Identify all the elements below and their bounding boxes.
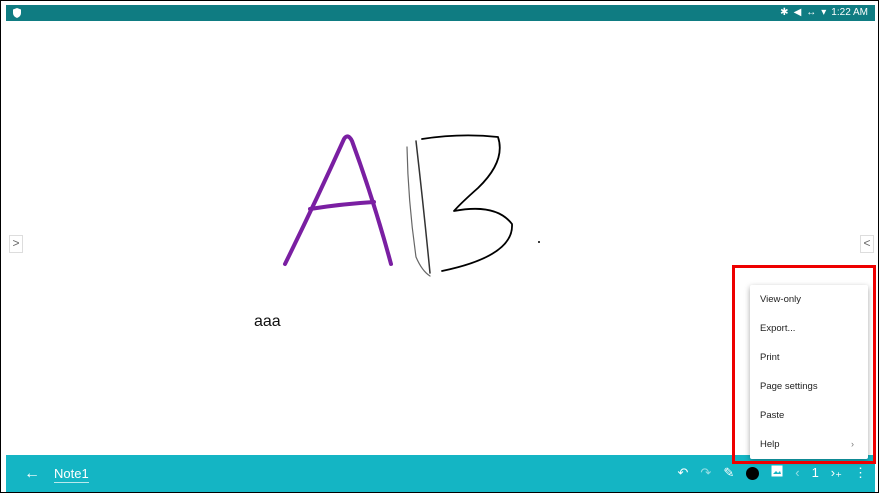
status-bar: ✱ ◀ ↔ ▾ 1:22 AM bbox=[6, 5, 875, 21]
add-page-icon[interactable]: ›₊ bbox=[831, 462, 842, 484]
menu-item-page-settings[interactable]: Page settings bbox=[750, 372, 868, 401]
note-title[interactable]: Note1 bbox=[54, 466, 89, 483]
left-panel-toggle[interactable]: > bbox=[9, 235, 23, 253]
bottom-toolbar: ← Note1 ↶ ↷ ✎ ‹ 1 ›₊ ⋮ bbox=[6, 455, 875, 492]
menu-item-help[interactable]: Help › bbox=[750, 430, 868, 459]
pen-color-swatch[interactable] bbox=[746, 466, 760, 480]
menu-item-export[interactable]: Export... bbox=[750, 314, 868, 343]
menu-item-view-only[interactable]: View-only bbox=[750, 285, 868, 314]
image-icon[interactable] bbox=[771, 464, 783, 482]
data-icon: ↔ bbox=[806, 7, 817, 18]
toolbar-tools: ↶ ↷ ✎ ‹ 1 ›₊ ⋮ bbox=[678, 462, 868, 484]
menu-item-paste[interactable]: Paste bbox=[750, 401, 868, 430]
previous-page-icon[interactable]: ‹ bbox=[795, 462, 799, 484]
app-window: ✱ ◀ ↔ ▾ 1:22 AM aaa > < ← Note1 ↶ ↷ ✎ ‹ … bbox=[0, 0, 879, 493]
undo-icon[interactable]: ↶ bbox=[678, 462, 689, 484]
back-arrow-icon[interactable]: ← bbox=[24, 465, 40, 483]
shield-icon bbox=[13, 8, 21, 21]
bluetooth-icon: ✱ bbox=[780, 7, 789, 18]
more-options-icon[interactable]: ⋮ bbox=[854, 462, 867, 484]
status-icons: ✱ ◀ ↔ ▾ 1:22 AM bbox=[780, 7, 868, 18]
page-number: 1 bbox=[811, 465, 819, 480]
wifi-icon: ▾ bbox=[821, 7, 827, 18]
clock: 1:22 AM bbox=[831, 7, 868, 18]
pen-icon[interactable]: ✎ bbox=[723, 462, 734, 484]
overflow-menu: View-only Export... Print Page settings … bbox=[750, 285, 868, 459]
ink-layer bbox=[283, 134, 540, 277]
typed-text[interactable]: aaa bbox=[254, 313, 281, 331]
drawing-canvas[interactable]: aaa > < bbox=[6, 21, 875, 455]
menu-item-help-label: Help bbox=[760, 439, 780, 450]
chevron-right-icon: › bbox=[851, 439, 854, 449]
right-panel-toggle[interactable]: < bbox=[860, 235, 874, 253]
volume-icon: ◀ bbox=[793, 7, 802, 18]
redo-icon[interactable]: ↷ bbox=[700, 462, 711, 484]
menu-item-print[interactable]: Print bbox=[750, 343, 868, 372]
